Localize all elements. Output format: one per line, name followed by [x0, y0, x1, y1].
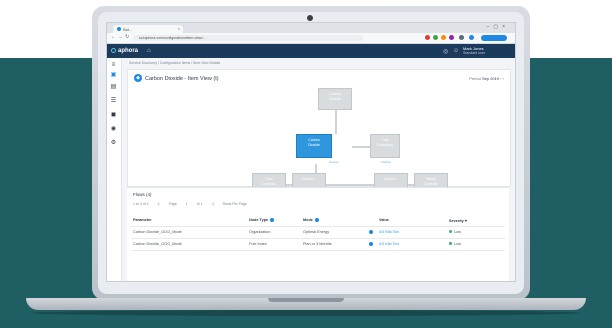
column-header[interactable]: Parameter	[133, 218, 152, 222]
page-title: Carbon Dioxide - Item View (t)	[145, 76, 219, 82]
forward-icon[interactable]: →	[118, 34, 123, 40]
row-divider	[131, 250, 505, 251]
back-icon[interactable]: ←	[111, 34, 116, 40]
eye-icon[interactable]: ◉	[110, 126, 117, 133]
column-label: Node Type	[249, 218, 269, 222]
extension-icon[interactable]	[425, 35, 430, 40]
logo-icon	[111, 48, 116, 53]
period-value: Sep 2019	[481, 76, 500, 81]
calendar-icon[interactable]: ▤	[110, 84, 117, 91]
table-title: Flows (4)	[133, 192, 152, 197]
status-dot-icon	[449, 242, 452, 245]
user-icon[interactable]: ☺	[453, 48, 459, 54]
table-cell-link[interactable]: 4.0 Kilo Ton	[369, 230, 399, 234]
table-cell: Carbon Dioxide_GGG_Mode	[133, 242, 182, 246]
table-cell: Organization	[249, 230, 271, 234]
pagination: 1 to 4 of 4 |‹ Page 1 of 1 ›| Rows Per P…	[133, 202, 255, 206]
url-input[interactable]: sol.aphora.com/configurations/item-view/…	[133, 35, 363, 41]
menu-icon[interactable]: ≡	[110, 62, 117, 69]
node-sublabel: Source	[329, 160, 339, 164]
info-icon[interactable]	[314, 218, 319, 222]
breadcrumb[interactable]: Service Discovery / Configuration Items …	[129, 61, 220, 65]
status-dot-icon	[449, 230, 452, 233]
column-label: Parameter	[133, 218, 152, 222]
extension-icon[interactable]	[449, 35, 454, 40]
row-divider	[131, 238, 505, 239]
first-page-icon[interactable]: |‹	[158, 202, 160, 206]
value-icon	[369, 230, 373, 234]
app-name: aphora	[118, 48, 139, 54]
column-label: Severity	[449, 219, 464, 223]
extension-icon[interactable]	[459, 35, 464, 40]
extension-icon[interactable]	[469, 35, 474, 40]
column-header[interactable]: Node Type	[249, 218, 275, 222]
table-cell: Fuel Index	[249, 242, 267, 246]
pager-range: 1 to 4 of 4	[133, 202, 149, 206]
camera-icon	[307, 15, 313, 21]
column-header[interactable]: Value	[379, 218, 389, 222]
graph-edge	[335, 110, 337, 134]
info-icon[interactable]	[270, 218, 275, 222]
browser-tab[interactable]: Sol... ×	[113, 25, 183, 33]
reload-icon[interactable]: ↻	[125, 34, 129, 40]
settings-icon[interactable]: ⚙	[110, 140, 117, 147]
value-text: 4.0 Kilo Ton	[379, 242, 399, 246]
table-cell: Plan or 3 Months	[303, 242, 332, 246]
app-logo[interactable]: aphora	[111, 48, 138, 54]
column-header[interactable]: Mode	[303, 218, 319, 222]
window-controls[interactable]: –▢×	[487, 24, 509, 30]
rows-per-page[interactable]: Rows Per Page	[223, 202, 247, 206]
save-icon[interactable]: ◼	[110, 112, 117, 119]
severity-badge: Low	[449, 230, 461, 234]
extension-icon[interactable]	[433, 35, 438, 40]
app-header: aphora ⌂ ◎ ☺ Mark Jones Standard user	[107, 44, 515, 58]
row-divider	[131, 226, 505, 227]
item-view-card: ◆ Carbon Dioxide - Item View (t) Period …	[127, 69, 511, 201]
favicon-icon	[117, 27, 121, 31]
graph-node[interactable]: Carbon Dioxide	[318, 88, 352, 110]
laptop-notch	[268, 298, 344, 302]
tab-label: Sol...	[123, 26, 133, 32]
last-page-icon[interactable]: ›|	[212, 202, 214, 206]
pager-of: of 1	[196, 202, 203, 206]
cube-icon: ◆	[134, 74, 142, 82]
node-sublabel: Carbon	[381, 160, 391, 164]
pager-page-value[interactable]: 1	[186, 202, 188, 206]
table-cell: Carbon Dioxide_GGG_Mode	[133, 230, 182, 234]
value-text: 4.0 Kilo Ton	[379, 230, 399, 234]
notifications-icon[interactable]: ◎	[443, 48, 448, 55]
table-cell-link[interactable]: 4.0 Kilo Ton	[369, 242, 399, 246]
value-icon	[369, 242, 373, 246]
severity-badge: Low	[449, 242, 461, 246]
pager-page-label: Page	[168, 202, 177, 206]
laptop: Sol... × –▢× ← → ↻ sol.aphora.com/config…	[0, 0, 612, 328]
graph-edge	[352, 146, 370, 148]
column-label: Mode	[303, 218, 313, 222]
home-icon[interactable]: ⌂	[147, 48, 151, 54]
column-label: Value	[379, 218, 389, 222]
laptop-shadow	[32, 310, 580, 316]
close-icon[interactable]: ×	[178, 26, 180, 31]
screen: Sol... × –▢× ← → ↻ sol.aphora.com/config…	[106, 22, 516, 282]
graph-node[interactable]: Fuel Emissions	[370, 134, 400, 158]
severity-text: Low	[454, 242, 461, 246]
list-icon[interactable]: ☰	[110, 98, 117, 105]
period-label: Period	[469, 76, 481, 81]
extension-icon[interactable]	[441, 35, 446, 40]
dashboard-icon[interactable]: ▣	[110, 72, 117, 79]
table-cell: Optimal Energy	[303, 230, 330, 234]
flows-table: Flows (4) 1 to 4 of 4 |‹ Page 1 of 1 ›| …	[127, 187, 509, 281]
sidebar: ≡ ▣ ▤ ☰ ◼ ◉ ⚙	[107, 58, 122, 281]
profile-button[interactable]	[481, 35, 507, 41]
graph-node-selected[interactable]: Carbon Dioxide	[296, 134, 332, 158]
severity-text: Low	[454, 230, 461, 234]
column-header[interactable]: Severity ▾	[449, 218, 467, 223]
period-selector[interactable]: Period Sep 2019 ‹ ›	[469, 76, 504, 81]
browser-tab-bar: Sol... × –▢×	[107, 23, 515, 33]
user-role: Standard user	[463, 51, 485, 55]
address-bar: ← → ↻ sol.aphora.com/configurations/item…	[107, 33, 515, 44]
